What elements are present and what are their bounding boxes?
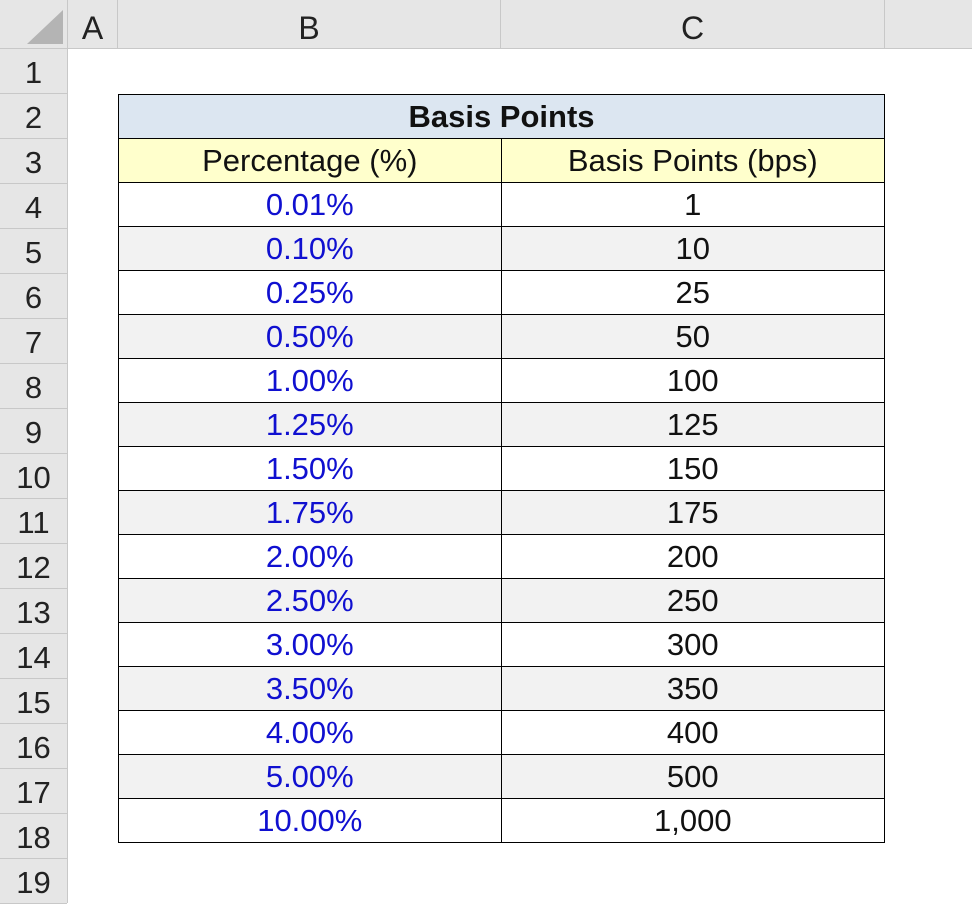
table-row: 1.75% 175 <box>118 490 886 535</box>
table-row: 1.25% 125 <box>118 402 886 447</box>
percentage-cell[interactable]: 3.50% <box>118 666 502 711</box>
table-row: 0.10% 10 <box>118 226 886 271</box>
basis-points-cell[interactable]: 50 <box>500 314 886 359</box>
table-row: 5.00% 500 <box>118 754 886 799</box>
column-header-a[interactable]: A <box>68 0 118 49</box>
basis-points-cell[interactable]: 10 <box>500 226 886 271</box>
basis-points-cell[interactable]: 1 <box>500 182 886 227</box>
table-row: 3.50% 350 <box>118 666 886 711</box>
basis-points-cell[interactable]: 100 <box>500 358 886 403</box>
percentage-cell[interactable]: 0.10% <box>118 226 502 271</box>
percentage-cell[interactable]: 1.25% <box>118 402 502 447</box>
table-row: 10.00% 1,000 <box>118 798 886 843</box>
row-header[interactable]: 9 <box>0 409 67 454</box>
row-header[interactable]: 15 <box>0 679 67 724</box>
percentage-cell[interactable]: 0.01% <box>118 182 502 227</box>
percentage-cell[interactable]: 4.00% <box>118 710 502 755</box>
table-row: 1.50% 150 <box>118 446 886 491</box>
basis-points-cell[interactable]: 400 <box>500 710 886 755</box>
basis-points-cell[interactable]: 200 <box>500 534 886 579</box>
basis-points-cell[interactable]: 300 <box>500 622 886 667</box>
basis-points-cell[interactable]: 150 <box>500 446 886 491</box>
table-row: 0.01% 1 <box>118 182 886 227</box>
percentage-cell[interactable]: 2.00% <box>118 534 502 579</box>
basis-points-header[interactable]: Basis Points (bps) <box>500 138 886 183</box>
row-header[interactable]: 12 <box>0 544 67 589</box>
percentage-cell[interactable]: 0.50% <box>118 314 502 359</box>
column-header-c[interactable]: C <box>501 0 885 49</box>
basis-points-cell[interactable]: 25 <box>500 270 886 315</box>
row-header[interactable]: 13 <box>0 589 67 634</box>
row-header[interactable]: 14 <box>0 634 67 679</box>
percentage-cell[interactable]: 3.00% <box>118 622 502 667</box>
basis-points-cell[interactable]: 250 <box>500 578 886 623</box>
percentage-cell[interactable]: 1.50% <box>118 446 502 491</box>
row-header[interactable]: 10 <box>0 454 67 499</box>
percentage-cell[interactable]: 10.00% <box>118 798 502 843</box>
column-header-b[interactable]: B <box>118 0 501 49</box>
percentage-cell[interactable]: 1.00% <box>118 358 502 403</box>
row-header[interactable]: 6 <box>0 274 67 319</box>
table-row: 3.00% 300 <box>118 622 886 667</box>
row-header[interactable]: 17 <box>0 769 67 814</box>
select-all-corner[interactable] <box>0 0 68 49</box>
basis-points-cell[interactable]: 1,000 <box>500 798 886 843</box>
table-row: 0.25% 25 <box>118 270 886 315</box>
percentage-cell[interactable]: 0.25% <box>118 270 502 315</box>
column-header-bar: A B C <box>68 0 972 49</box>
percentage-header[interactable]: Percentage (%) <box>118 138 502 183</box>
basis-points-cell[interactable]: 500 <box>500 754 886 799</box>
percentage-cell[interactable]: 5.00% <box>118 754 502 799</box>
table-row: 0.50% 50 <box>118 314 886 359</box>
row-header[interactable]: 19 <box>0 859 67 904</box>
table-row: 2.50% 250 <box>118 578 886 623</box>
row-header[interactable]: 2 <box>0 94 67 139</box>
basis-points-cell[interactable]: 175 <box>500 490 886 535</box>
table-row: 2.00% 200 <box>118 534 886 579</box>
row-header[interactable]: 5 <box>0 229 67 274</box>
row-header[interactable]: 11 <box>0 499 67 544</box>
table-body: 0.01% 1 0.10% 10 0.25% 25 0.50% 50 1.00% 100 1.25%… <box>118 182 886 843</box>
row-header[interactable]: 4 <box>0 184 67 229</box>
basis-points-cell[interactable]: 350 <box>500 666 886 711</box>
basis-points-cell[interactable]: 125 <box>500 402 886 447</box>
percentage-cell[interactable]: 1.75% <box>118 490 502 535</box>
percentage-cell[interactable]: 2.50% <box>118 578 502 623</box>
row-header[interactable]: 1 <box>0 49 67 94</box>
row-header[interactable]: 16 <box>0 724 67 769</box>
row-header[interactable]: 18 <box>0 814 67 859</box>
row-header[interactable]: 8 <box>0 364 67 409</box>
table-title[interactable]: Basis Points <box>118 94 885 139</box>
row-header[interactable]: 3 <box>0 139 67 184</box>
table-row: 1.00% 100 <box>118 358 886 403</box>
basis-points-table: Basis Points Percentage (%) Basis Points… <box>118 94 886 843</box>
row-header[interactable]: 7 <box>0 319 67 364</box>
row-header-bar: 1 2 3 4 5 6 7 8 9 10 11 12 13 14 15 16 17 18 19 <box>0 49 68 904</box>
select-all-triangle-icon <box>27 10 63 44</box>
table-row: 4.00% 400 <box>118 710 886 755</box>
